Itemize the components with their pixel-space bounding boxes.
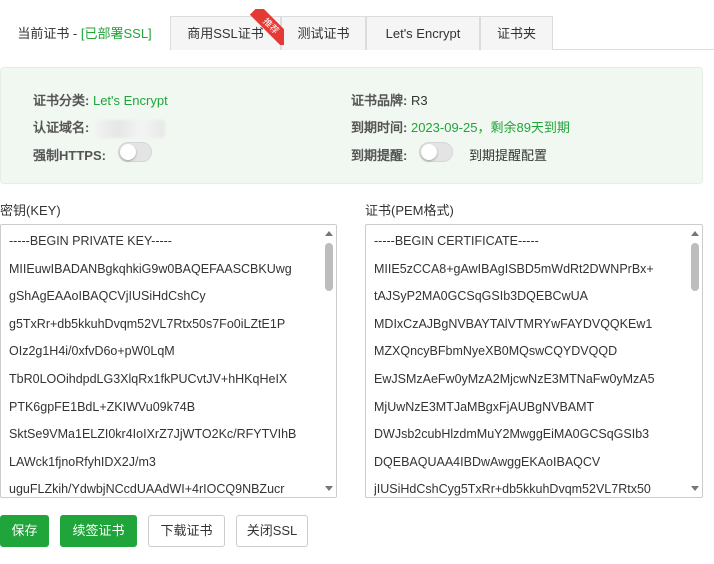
key-line: LAWck1fjnoRfyhIDX2J/m3 [9,454,156,469]
tab-test-cert-label: 测试证书 [297,26,350,41]
toggle-knob [120,144,136,160]
download-cert-button[interactable]: 下载证书 [148,515,225,547]
recommend-ribbon: 推荐 [250,9,284,45]
cert-category-row: 证书分类: Let's Encrypt [33,90,168,109]
cert-line: DQEBAQUAA4IBDwAwggEKAoIBAQCV [374,454,601,469]
scroll-up-arrow[interactable] [691,231,699,236]
tab-bar: 当前证书 - [已部署SSL] 商用SSL证书 测试证书 Let's Encry… [0,16,714,51]
cert-category-label: 证书分类: [33,93,90,108]
scroll-thumb[interactable] [691,243,699,291]
cert-expiry-value: 2023-09-25，剩余89天到期 [410,120,570,135]
cert-brand-row: 证书品牌: R3 [351,90,428,109]
scroll-down-arrow[interactable] [325,486,333,491]
cert-line: tAJSyP2MA0GCSqGSIb3DQEBCwUA [374,289,588,304]
recommend-ribbon-text: 推荐 [250,9,284,45]
expiry-reminder-toggle[interactable] [419,142,453,162]
cert-line: jIUSiHdCshCyg5TxRr+db5kkuhDvqm52VL7Rtx50 [374,482,651,497]
certificate-textarea[interactable]: -----BEGIN CERTIFICATE----- MIIE5zCCA8+gA… [365,224,703,498]
scroll-down-arrow[interactable] [691,486,699,491]
scroll-thumb[interactable] [325,243,333,291]
save-button[interactable]: 保存 [0,515,49,547]
cert-line: MIIE5zCCA8+gAwIBAgISBD5mWdRt2DWNPrBx+ [374,261,654,276]
key-line: SktSe9VMa1ELZI0kr4IoIXrZ7JjWTO2Kc/RFYTVI… [9,427,297,442]
tab-lets-encrypt-label: Let's Encrypt [385,26,461,41]
expiry-reminder-config-link[interactable]: 到期提醒配置 [469,145,547,164]
key-line: MIIEuwIBADANBgkqhkiG9w0BAQEFAASCBKUwg [9,261,292,276]
expiry-reminder-row: 到期提醒: [351,145,407,164]
cert-line: MZXQncyBFbmNyeXB0MQswCQYDVQQD [374,344,618,359]
key-line: gShAgEAAoIBAQCVjIUSiHdCshCy [9,289,206,304]
toggle-knob [421,144,437,160]
key-line: uguFLZkih/YdwbjNCcdUAAdWI+4rIOCQ9NBZucr [9,482,285,497]
cert-brand-value: R3 [410,93,428,108]
private-key-textarea[interactable]: -----BEGIN PRIVATE KEY----- MIIEuwIBADANB… [0,224,337,498]
tab-cert-folder-label: 证书夹 [496,26,536,41]
key-line: OIz2g1H4i/0xfvD6o+pW0LqM [9,344,175,359]
tab-test-cert[interactable]: 测试证书 [281,16,366,50]
tab-lets-encrypt[interactable]: Let's Encrypt [366,16,480,50]
key-line: PTK6gpFE1BdL+ZKIWVu09k74B [9,399,196,414]
tab-cert-folder[interactable]: 证书夹 [480,16,553,50]
tab-current-cert-status: [已部署SSL] [80,26,152,41]
scroll-up-arrow[interactable] [325,231,333,236]
cert-expiry-label: 到期时间: [351,120,408,135]
force-https-row: 强制HTTPS: [33,145,106,164]
renew-cert-button[interactable]: 续签证书 [60,515,137,547]
key-line: -----BEGIN PRIVATE KEY----- [9,234,172,248]
force-https-label: 强制HTTPS: [33,148,106,163]
expiry-reminder-label: 到期提醒: [351,148,408,163]
certificate-label: 证书(PEM格式) [365,203,454,218]
private-key-label: 密钥(KEY) [0,203,61,218]
tab-current-cert-label: 当前证书 - [17,26,81,41]
cert-domain-label: 认证域名: [33,120,90,135]
key-line: g5TxRr+db5kkuhDvqm52VL7Rtx50s7Fo0iLZtE1P [9,316,286,331]
private-key-content: -----BEGIN PRIVATE KEY----- MIIEuwIBADANB… [9,231,316,497]
cert-line: MDIxCzAJBgNVBAYTAlVTMRYwFAYDVQQKEw1 [374,316,653,331]
key-line: TbR0LOOihdpdLG3XlqRx1fkPUCvtJV+hHKqHeIX [9,371,288,386]
cert-domain-row: 认证域名: [33,117,166,138]
cert-info-panel: 证书分类: Let's Encrypt 认证域名: 强制HTTPS: 证书品牌:… [0,67,703,184]
redacted-domain [95,119,166,138]
private-key-scrollbar[interactable] [324,227,334,495]
certificate-scrollbar[interactable] [690,227,700,495]
cert-category-value: Let's Encrypt [92,93,168,108]
cert-line: EwJSMzAeFw0yMzA2MjcwNzE3MTNaFw0yMzA5 [374,371,655,386]
force-https-toggle[interactable] [118,142,152,162]
tab-current-cert[interactable]: 当前证书 - [已部署SSL] [0,16,170,51]
cert-line: DWJsb2cubHlzdmMuY2MwggEiMA0GCSqGSIb3 [374,427,650,442]
cert-expiry-row: 到期时间: 2023-09-25，剩余89天到期 [351,117,570,136]
certificate-content: -----BEGIN CERTIFICATE----- MIIE5zCCA8+gA… [374,231,682,497]
close-ssl-button[interactable]: 关闭SSL [236,515,308,547]
cert-line: -----BEGIN CERTIFICATE----- [374,234,539,248]
cert-brand-label: 证书品牌: [351,93,408,108]
cert-line: MjUwNzE3MTJaMBgxFjAUBgNVBAMT [374,399,595,414]
